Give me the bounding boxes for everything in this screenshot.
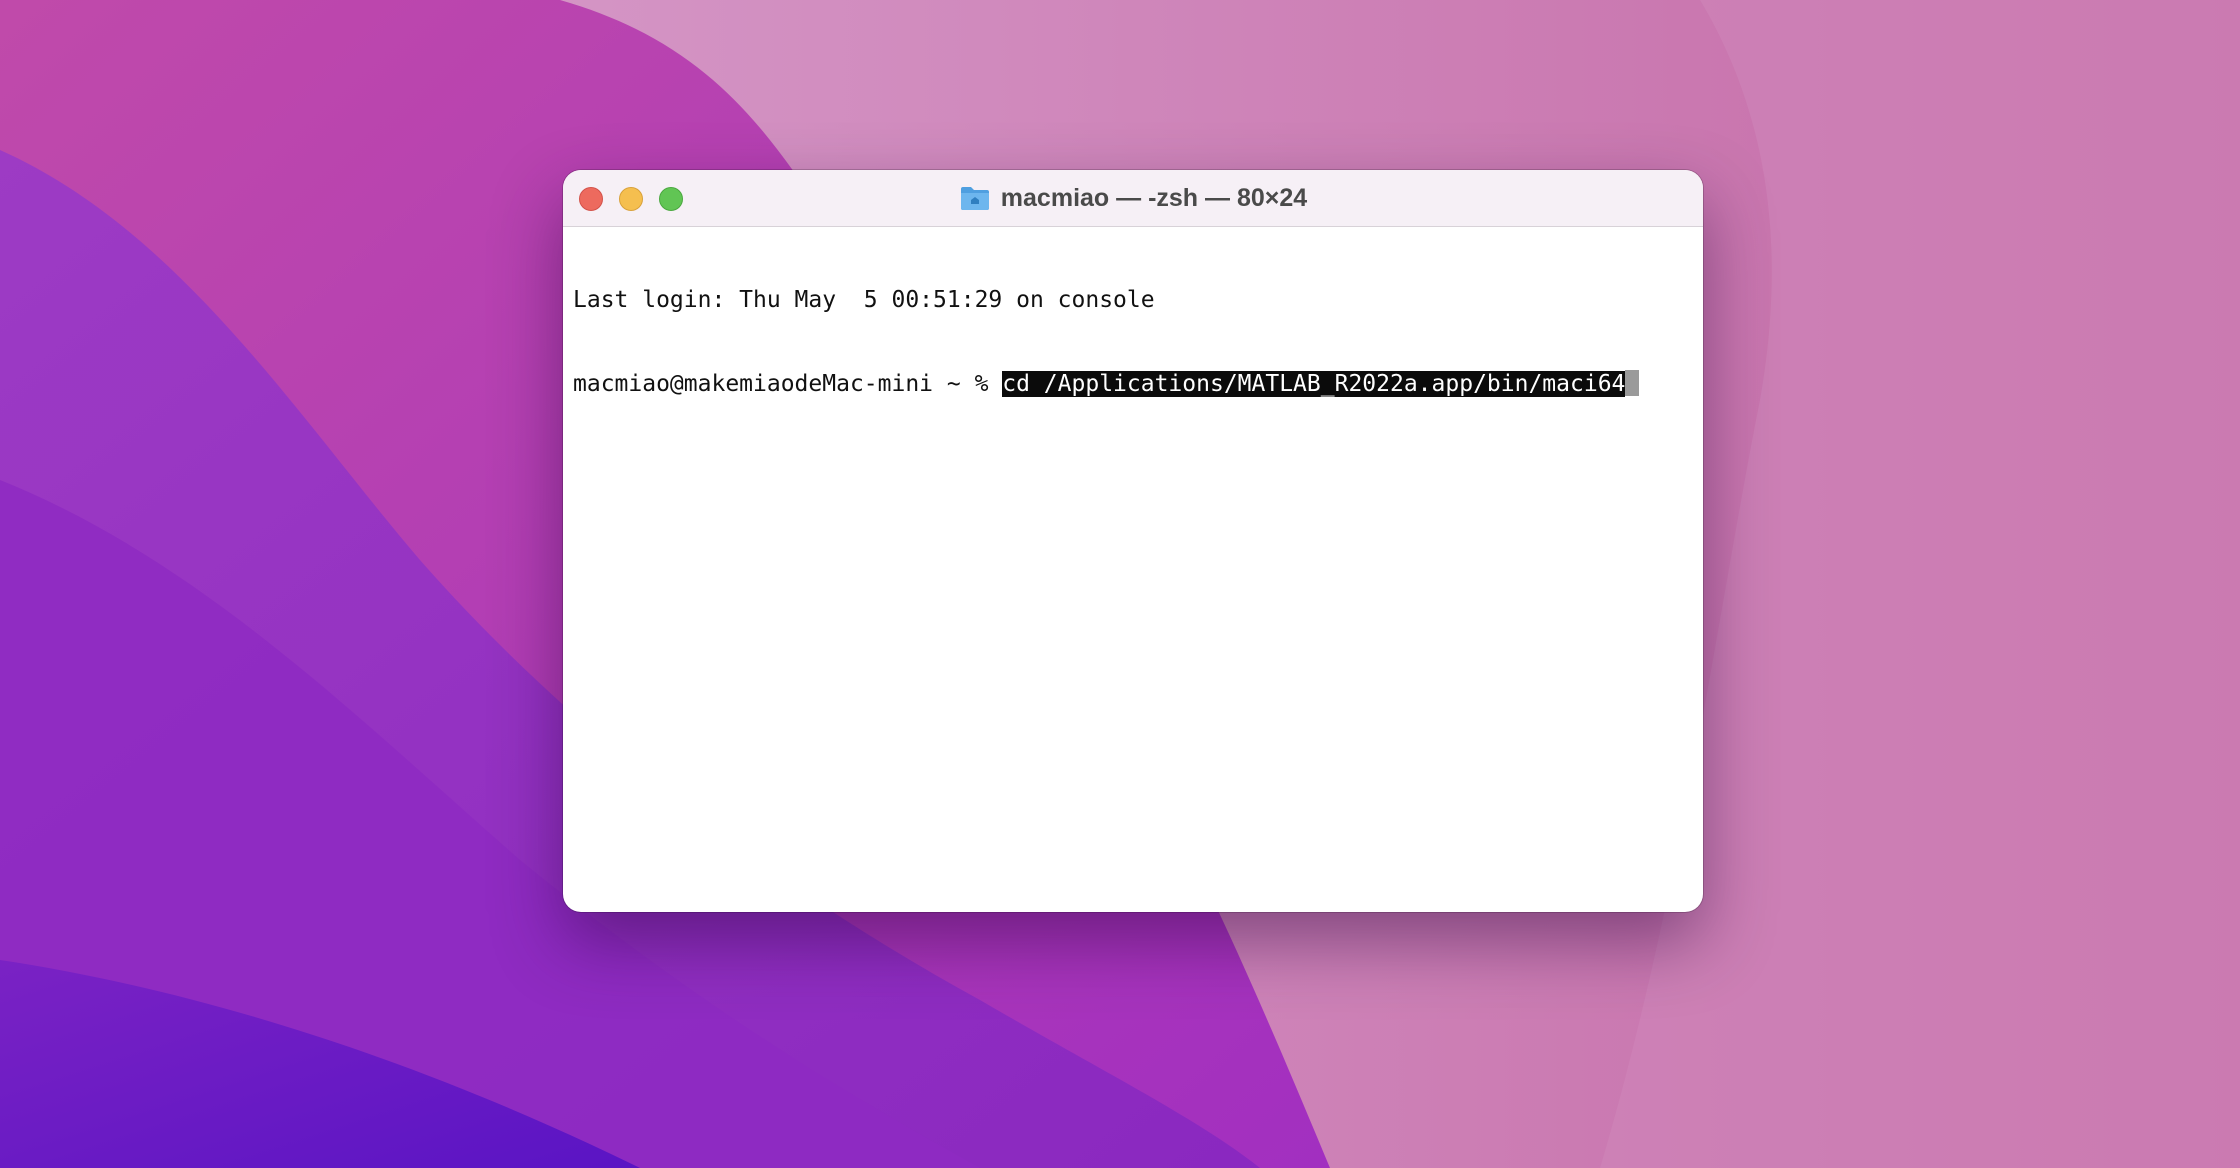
terminal-line-login: Last login: Thu May 5 00:51:29 on consol… [573, 286, 1693, 314]
last-login-text: Last login: Thu May 5 00:51:29 on consol… [573, 287, 1155, 313]
terminal-content[interactable]: Last login: Thu May 5 00:51:29 on consol… [573, 230, 1693, 902]
selected-command-text[interactable]: cd /Applications/MATLAB_R2022a.app/bin/m… [1002, 371, 1626, 397]
home-folder-icon [960, 187, 989, 210]
window-title: macmiao — -zsh — 80×24 [563, 170, 1703, 226]
shell-prompt: macmiao@makemiaodeMac-mini ~ % [573, 371, 1003, 397]
terminal-window[interactable]: macmiao — -zsh — 80×24 Last login: Thu M… [563, 170, 1703, 912]
window-titlebar[interactable]: macmiao — -zsh — 80×24 [563, 170, 1703, 227]
window-title-text: macmiao — -zsh — 80×24 [1000, 183, 1308, 212]
terminal-line-prompt[interactable]: macmiao@makemiaodeMac-mini ~ % cd /Appli… [573, 370, 1693, 398]
text-cursor [1625, 370, 1640, 396]
